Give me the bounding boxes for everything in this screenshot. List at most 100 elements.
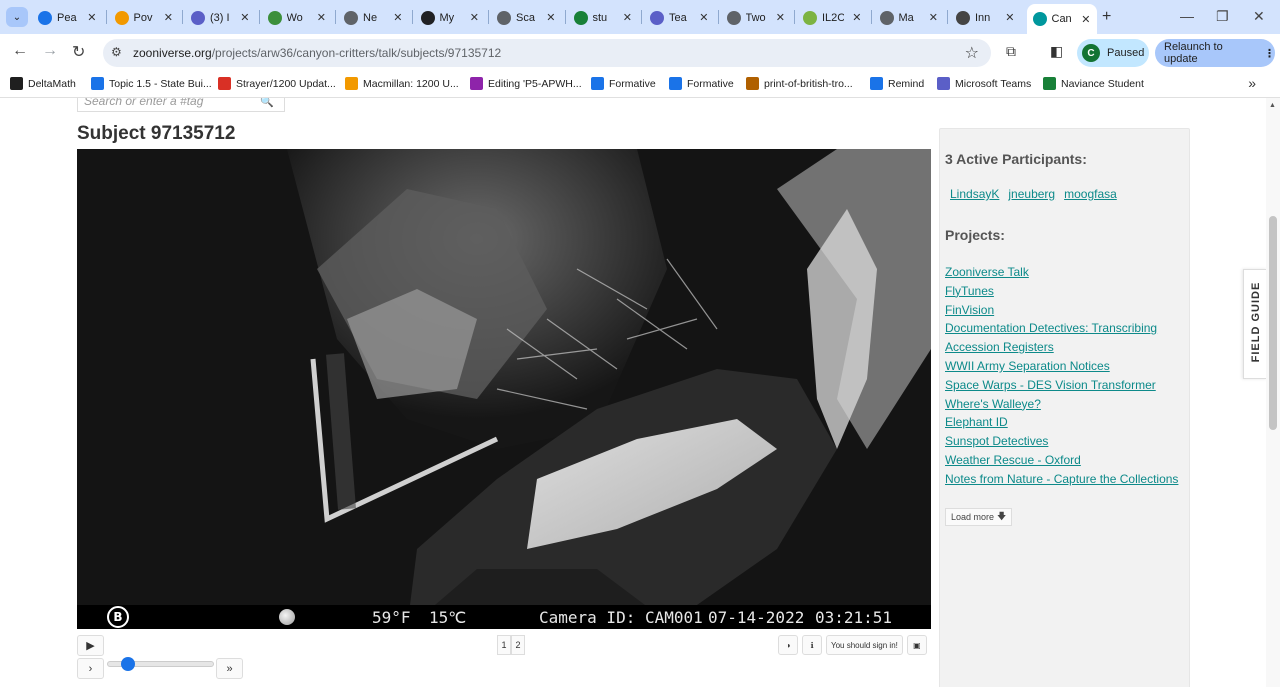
tab-close-icon[interactable]: ✕ (852, 11, 861, 24)
tab[interactable]: Inn ✕ (950, 5, 1021, 30)
playback-speed-slider[interactable] (107, 657, 214, 671)
invert-contrast-button[interactable]: ◑ (778, 635, 798, 655)
tab-close-icon[interactable]: ✕ (1081, 13, 1090, 26)
minimize-icon[interactable]: — (1180, 8, 1194, 24)
capture-time: 03:21:51 (815, 608, 893, 627)
project-link[interactable]: Notes from Nature - Capture the Collecti… (945, 470, 1185, 489)
subject-image[interactable]: B 59°F 15℃ Camera ID: CAM001 07-14-2022 … (77, 149, 931, 629)
tab-title: Two (745, 11, 766, 24)
project-link[interactable]: Elephant ID (945, 413, 1185, 432)
load-more-button[interactable]: Load more 🡇 (945, 508, 1013, 526)
sign-in-notice-button[interactable]: You should sign in! (826, 635, 903, 655)
tab[interactable]: Pea ✕ (32, 5, 103, 30)
tab[interactable]: Pov ✕ (109, 5, 180, 30)
tab[interactable]: Ne ✕ (338, 5, 409, 30)
tab-close-icon[interactable]: ✕ (164, 11, 173, 24)
project-link[interactable]: FlyTunes (945, 282, 1185, 301)
pmt-icon (420, 10, 435, 25)
bookmark-item[interactable]: DeltaMath (10, 77, 76, 90)
frame-pagination: 1 2 (497, 635, 525, 655)
info-icon: ℹ (810, 640, 814, 650)
participant-link[interactable]: moogfasa (1064, 187, 1117, 201)
field-guide-tab[interactable]: FIELD GUIDE (1243, 269, 1267, 379)
project-link[interactable]: Space Warps - DES Vision Transformer (945, 376, 1185, 395)
tab[interactable]: Two ✕ (721, 5, 792, 30)
restore-icon[interactable]: ❐ (1216, 8, 1229, 25)
search-icon[interactable]: 🔍 (260, 98, 274, 108)
bookmark-item[interactable]: Formative (669, 77, 734, 90)
tab-close-icon[interactable]: ✕ (240, 11, 249, 24)
tab[interactable]: Wo ✕ (262, 5, 333, 30)
frame-page-2[interactable]: 2 (511, 635, 525, 655)
project-link[interactable]: Weather Rescue - Oxford (945, 451, 1185, 470)
tab-active[interactable]: Can ✕ (1026, 4, 1097, 34)
project-link[interactable]: Where's Walleye? (945, 395, 1185, 414)
frame-page-1[interactable]: 1 (497, 635, 511, 655)
project-link[interactable]: Zooniverse Talk (945, 263, 1185, 282)
bookmark-item[interactable]: Naviance Student (1043, 77, 1144, 90)
tab[interactable]: stu ✕ (568, 5, 639, 30)
bookmark-item[interactable]: Editing 'P5-APWH... (470, 77, 582, 90)
tab-close-icon[interactable]: ✕ (1005, 11, 1014, 24)
bookmark-item[interactable]: Formative (591, 77, 656, 90)
relaunch-button[interactable]: Relaunch to update ⋮ (1155, 39, 1275, 67)
tab-close-icon[interactable]: ✕ (776, 11, 785, 24)
tab[interactable]: (3) I ✕ (185, 5, 256, 30)
tab-close-icon[interactable]: ✕ (929, 11, 938, 24)
project-link[interactable]: FinVision (945, 301, 1185, 320)
bookmark-star-icon[interactable]: ☆ (965, 43, 979, 63)
tab[interactable]: My ✕ (415, 5, 486, 30)
new-tab-button[interactable]: + (1102, 8, 1111, 26)
globe-icon (1043, 77, 1056, 90)
tab[interactable]: IL2C ✕ (797, 5, 868, 30)
address-bar[interactable]: ⚙ zooniverse.org/projects/arw36/canyon-c… (103, 39, 991, 67)
tab-search-button[interactable]: ⌄ (6, 7, 28, 27)
project-link[interactable]: WWII Army Separation Notices (945, 357, 1185, 376)
participant-link[interactable]: jneuberg (1008, 187, 1055, 201)
bookmark-item[interactable]: Topic 1.5 - State Bui... (91, 77, 212, 90)
bookmarks-more-button[interactable]: » (1248, 75, 1256, 91)
next-frame-button[interactable]: › (77, 658, 104, 679)
forward-button[interactable]: → (42, 42, 58, 60)
slider-handle[interactable] (121, 657, 135, 671)
tab-close-icon[interactable]: ✕ (699, 11, 708, 24)
project-link[interactable]: Sunspot Detectives (945, 432, 1185, 451)
tab-close-icon[interactable]: ✕ (393, 11, 402, 24)
tab-separator (411, 10, 413, 24)
bookmark-item[interactable]: Microsoft Teams (937, 77, 1031, 90)
bookmark-item[interactable]: Remind (870, 77, 924, 90)
tag-search-input[interactable]: Search or enter a #tag 🔍 (77, 98, 285, 112)
tab-close-icon[interactable]: ✕ (546, 11, 555, 24)
teams-icon (191, 10, 205, 25)
tab-close-icon[interactable]: ✕ (87, 11, 96, 24)
page-scrollbar[interactable]: ▲ (1266, 98, 1280, 687)
tab-close-icon[interactable]: ✕ (317, 11, 326, 24)
fast-forward-button[interactable]: » (216, 658, 243, 679)
back-button[interactable]: ← (12, 42, 28, 60)
bookmark-label: Microsoft Teams (955, 77, 1032, 90)
tab[interactable]: Sca ✕ (491, 5, 562, 30)
participant-link[interactable]: LindsayK (950, 187, 999, 201)
tab[interactable]: Ma ✕ (874, 5, 945, 30)
scroll-up-icon[interactable]: ▲ (1269, 102, 1276, 109)
play-button[interactable]: ▶ (77, 635, 104, 656)
tab[interactable]: Tea ✕ (644, 5, 715, 30)
reload-button[interactable]: ↻ (72, 42, 85, 62)
side-panel-icon[interactable]: ◧ (1050, 43, 1063, 60)
tab-title: Pov (133, 11, 153, 24)
collections-button[interactable]: ▣ (906, 635, 927, 655)
project-link[interactable]: Documentation Detectives: Transcribing A… (945, 319, 1185, 357)
bookmark-item[interactable]: print-of-british-tro... (746, 77, 853, 90)
bookmark-item[interactable]: Macmillan: 1200 U... (345, 77, 459, 90)
deltamath-icon (10, 77, 23, 90)
metadata-button[interactable]: ℹ (802, 635, 822, 655)
bookmark-item[interactable]: Strayer/1200 Updat... (218, 77, 336, 90)
site-settings-icon[interactable]: ⚙ (111, 45, 122, 59)
tab-close-icon[interactable]: ✕ (470, 11, 479, 24)
more-menu-icon[interactable]: ⋮ (1264, 47, 1275, 60)
extensions-icon[interactable]: ⧉ (1006, 43, 1016, 60)
tab-close-icon[interactable]: ✕ (623, 11, 632, 24)
scrollbar-thumb[interactable] (1269, 216, 1277, 430)
profile-button[interactable]: C Paused (1077, 39, 1149, 67)
window-close-icon[interactable]: ✕ (1253, 8, 1265, 25)
